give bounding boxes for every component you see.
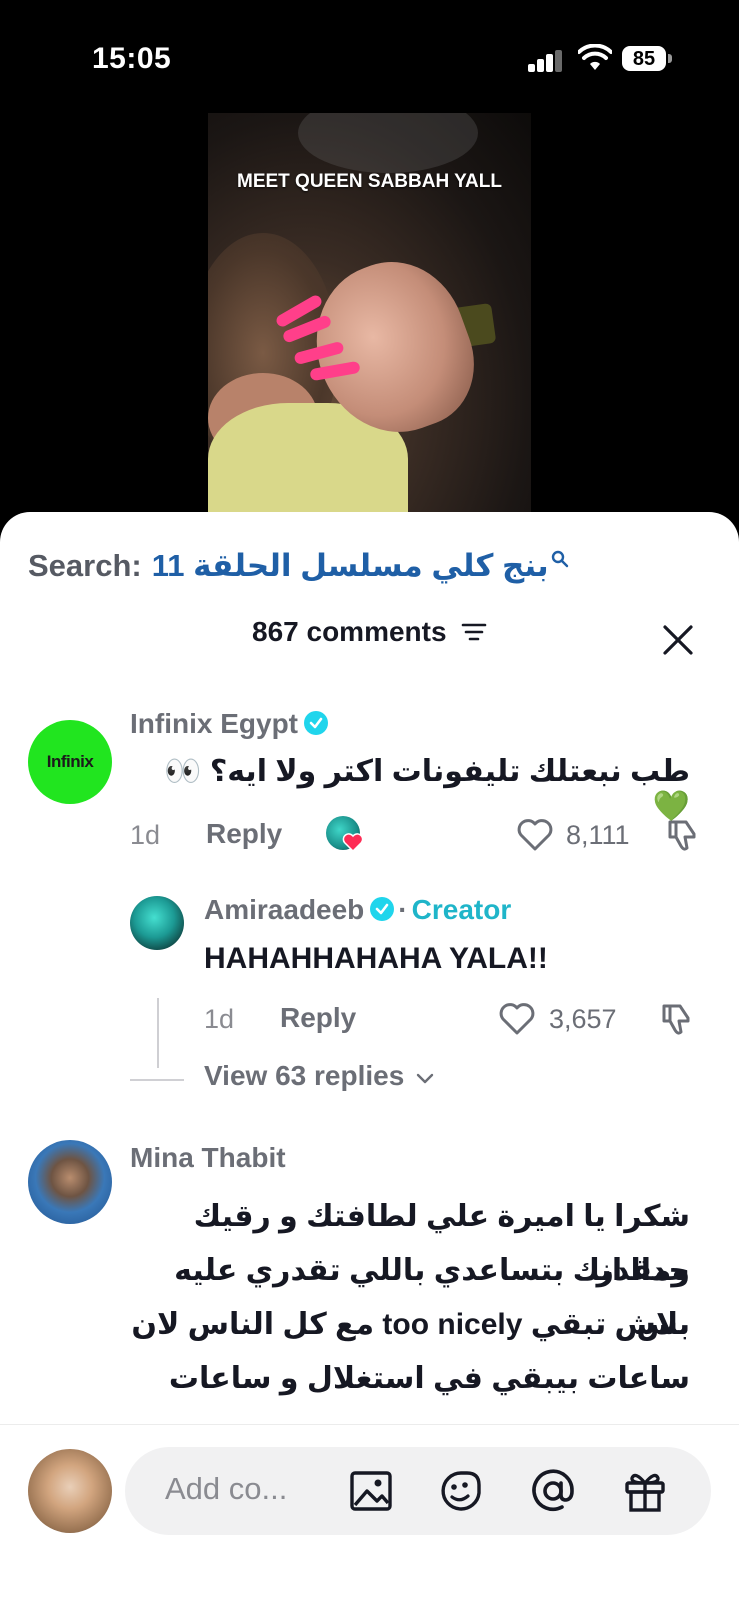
battery-level: 85 <box>632 48 656 70</box>
comment-text-line: ساعات بيبقي في استغلال و ساعات <box>168 1362 690 1395</box>
user-avatar[interactable] <box>28 1449 112 1533</box>
like-count: 8,111 <box>566 820 630 850</box>
reply-button[interactable]: Reply <box>280 1002 356 1034</box>
battery-indicator: 85 <box>622 46 674 73</box>
verified-badge-icon <box>370 896 395 921</box>
heart-filled-icon <box>342 833 364 852</box>
comment-composer: Add co... <box>0 1424 739 1601</box>
avatar[interactable] <box>130 896 184 950</box>
comments-list[interactable]: Infinix Infinix Egypt طب نبعتلك تليفونات… <box>0 688 739 1408</box>
search-suggestion[interactable]: Search: بنج كلي مسلسل الحلقة 11 <box>28 544 569 588</box>
comment-text-line: بلاش تبقي too nicely مع كل الناس لان <box>131 1308 690 1341</box>
comment-input[interactable]: Add co... <box>125 1447 711 1535</box>
status-time: 15:05 <box>92 42 172 75</box>
gift-icon[interactable] <box>621 1467 669 1515</box>
video-caption: MEET QUEEN SABBAH YALL <box>237 171 502 192</box>
reply-author[interactable]: Amiraadeeb · Creator <box>204 894 511 926</box>
wifi-icon <box>578 44 612 70</box>
separator-dot: · <box>398 894 408 925</box>
divider <box>130 1079 184 1081</box>
comment-input-placeholder: Add co... <box>165 1471 288 1506</box>
creator-liked-badge <box>326 816 364 854</box>
reply-text: HAHAHHAHAHA YALA!! <box>204 942 548 975</box>
like-count: 3,657 <box>549 1004 617 1034</box>
image-icon[interactable] <box>347 1467 395 1515</box>
sort-filter-icon[interactable] <box>461 621 487 643</box>
cellular-signal-icon <box>528 50 564 72</box>
comments-count: 867 comments <box>252 616 447 647</box>
comment-author[interactable]: Mina Thabit <box>130 1142 286 1174</box>
avatar-logo-text: Infinix <box>46 752 94 771</box>
reply-button[interactable]: Reply <box>206 818 282 850</box>
close-icon[interactable] <box>660 622 696 658</box>
comment-author[interactable]: Infinix Egypt <box>130 708 328 740</box>
dislike-icon[interactable] <box>664 816 702 854</box>
comment-age: 1d <box>130 820 161 850</box>
dislike-icon[interactable] <box>658 1000 696 1038</box>
chevron-down-icon <box>416 1073 434 1084</box>
view-replies-button[interactable]: View 63 replies <box>204 1060 434 1092</box>
status-bar: 15:05 85 <box>0 0 739 110</box>
creator-tag: Creator <box>411 894 512 925</box>
search-prefix: Search: <box>28 548 142 583</box>
reply-age: 1d <box>204 1004 235 1034</box>
heart-icon[interactable] <box>498 1000 536 1036</box>
reply-thread-line <box>157 998 159 1068</box>
search-icon <box>551 550 568 568</box>
avatar[interactable] <box>28 1140 112 1224</box>
verified-badge-icon <box>304 710 328 735</box>
heart-icon[interactable] <box>516 816 554 852</box>
comment-text: طب نبعتلك تليفونات اكتر ولا ايه؟ 👀💚 <box>164 755 690 823</box>
search-query: بنج كلي مسلسل الحلقة 11 <box>151 548 549 583</box>
emoji-sticker-icon[interactable] <box>437 1467 485 1515</box>
comments-header: 867 comments <box>0 616 739 664</box>
mention-icon[interactable] <box>529 1467 577 1515</box>
video-player[interactable]: MEET QUEEN SABBAH YALL <box>208 113 531 523</box>
avatar[interactable]: Infinix <box>28 720 112 804</box>
